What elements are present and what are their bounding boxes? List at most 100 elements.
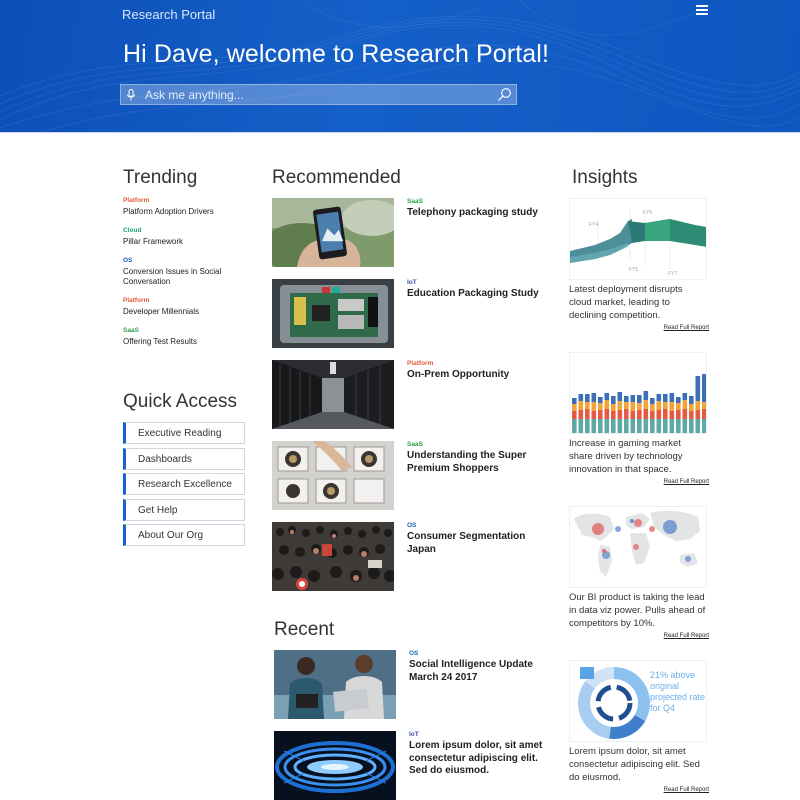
portal-name: Research Portal bbox=[122, 7, 216, 22]
trending-item[interactable]: Platform Developer Millennials bbox=[123, 297, 253, 317]
category-tag: OS bbox=[409, 650, 419, 657]
bubble-map-image bbox=[569, 506, 707, 588]
card-title[interactable]: Lorem ipsum dolor, sit amet consectetur … bbox=[409, 740, 549, 778]
recommended-card[interactable]: Platform On-Prem Opportunity bbox=[272, 360, 542, 430]
recommended-heading: Recommended bbox=[272, 167, 401, 188]
trending-item-title[interactable]: Platform Adoption Drivers bbox=[123, 207, 253, 217]
insight-caption: Lorem ipsum dolor, sit amet consectetur … bbox=[569, 746, 700, 783]
circuit-board-photo[interactable] bbox=[272, 279, 394, 348]
stacked-bar-segment bbox=[585, 394, 590, 402]
search-icon[interactable] bbox=[497, 87, 512, 102]
recent-heading: Recent bbox=[274, 619, 335, 640]
recommended-card[interactable]: OS Consumer Segmentation Japan bbox=[272, 522, 542, 592]
trending-item[interactable]: Cloud Pillar Framework bbox=[123, 227, 253, 247]
card-title[interactable]: Education Packaging Study bbox=[407, 288, 547, 301]
recommended-card[interactable]: SaaS Understanding the Super Premium Sho… bbox=[272, 441, 542, 511]
recent-card[interactable]: OS Social Intelligence Update March 24 2… bbox=[274, 650, 544, 720]
trending-item-title[interactable]: Pillar Framework bbox=[123, 237, 253, 247]
quick-access-dashboards[interactable]: Dashboards bbox=[123, 447, 245, 470]
card-title[interactable]: Consumer Segmentation Japan bbox=[407, 531, 547, 556]
trending-heading: Trending bbox=[123, 167, 198, 188]
stacked-bar-segment bbox=[637, 395, 642, 403]
trending-item-title[interactable]: Conversion Issues in Social Conversation bbox=[123, 267, 253, 287]
stacked-bar-segment bbox=[637, 419, 642, 433]
stacked-bar-segment bbox=[578, 410, 584, 419]
quick-access-research-excellence[interactable]: Research Excellence bbox=[123, 473, 245, 495]
stacked-bar-segment bbox=[572, 398, 577, 404]
crowd-photo[interactable] bbox=[272, 522, 394, 591]
hamburger-menu-icon[interactable] bbox=[696, 5, 708, 17]
stacked-bar-segment bbox=[669, 393, 675, 402]
stacked-bar-segment bbox=[585, 402, 590, 409]
stacked-bar-segment bbox=[650, 411, 655, 419]
read-full-report-link[interactable]: Read Full Report bbox=[569, 787, 709, 793]
category-tag: SaaS bbox=[407, 198, 423, 205]
stacked-bar-segment bbox=[617, 392, 623, 401]
stacked-bar-segment bbox=[676, 419, 681, 433]
category-tag: OS bbox=[407, 522, 417, 529]
card-title[interactable]: Telephony packaging study bbox=[407, 207, 547, 220]
stacked-bar-segment bbox=[604, 393, 610, 400]
stacked-bar-segment bbox=[598, 419, 603, 433]
stacked-bar-segment bbox=[585, 419, 590, 433]
stacked-bar-segment bbox=[630, 411, 636, 419]
card-title[interactable]: Understanding the Super Premium Shoppers bbox=[407, 450, 547, 475]
stacked-bar-segment bbox=[630, 402, 636, 411]
stacked-bar-segment bbox=[578, 394, 584, 401]
insight-card[interactable]: FY4 FY6 FY5 FY7 Latest deployment disrup… bbox=[569, 198, 709, 331]
stacked-bar-segment bbox=[598, 397, 603, 403]
microphone-icon[interactable] bbox=[126, 89, 136, 101]
category-tag: OS bbox=[123, 257, 133, 264]
stacked-bar-segment bbox=[650, 398, 655, 404]
insight-card[interactable]: Our BI product is taking the lead in dat… bbox=[569, 506, 709, 639]
stacked-bar-segment bbox=[689, 411, 694, 419]
quick-access-about-our-org[interactable]: About Our Org bbox=[123, 524, 245, 546]
blue-light-tunnel-photo[interactable] bbox=[274, 731, 396, 800]
trending-item[interactable]: OS Conversion Issues in Social Conversat… bbox=[123, 257, 253, 287]
recommended-card[interactable]: SaaS Telephony packaging study bbox=[272, 198, 542, 268]
insight-card[interactable]: 21% above original projected rate for Q4… bbox=[569, 660, 709, 793]
people-with-laptops-photo[interactable] bbox=[274, 650, 396, 719]
category-tag: IoT bbox=[409, 731, 419, 738]
read-full-report-link[interactable]: Read Full Report bbox=[569, 479, 709, 485]
insight-card[interactable]: Increase in gaming market share driven b… bbox=[569, 352, 709, 485]
card-meta: Platform On-Prem Opportunity bbox=[407, 360, 547, 382]
server-room-photo[interactable] bbox=[272, 360, 394, 429]
search-input[interactable] bbox=[145, 86, 490, 104]
quick-access-heading: Quick Access bbox=[123, 391, 238, 412]
chart-axis-label: FY4 bbox=[589, 222, 599, 228]
stacked-bar-segment bbox=[604, 409, 610, 419]
trending-item-title[interactable]: Offering Test Results bbox=[123, 337, 253, 347]
card-title[interactable]: On-Prem Opportunity bbox=[407, 369, 547, 382]
phone-in-hand-photo[interactable] bbox=[272, 198, 394, 267]
stacked-bar-segment bbox=[676, 403, 681, 410]
trending-item[interactable]: Platform Platform Adoption Drivers bbox=[123, 197, 253, 217]
stacked-bar-segment bbox=[643, 391, 649, 400]
stacked-bar-segment bbox=[656, 394, 662, 401]
card-title[interactable]: Social Intelligence Update March 24 2017 bbox=[409, 659, 549, 684]
read-full-report-link[interactable]: Read Full Report bbox=[569, 325, 709, 331]
stacked-bar-segment bbox=[637, 403, 642, 410]
recent-card[interactable]: IoT Lorem ipsum dolor, sit amet consecte… bbox=[274, 731, 544, 800]
insight-caption: Our BI product is taking the lead in dat… bbox=[569, 592, 706, 629]
stacked-bar-segment bbox=[689, 404, 694, 411]
quick-access-get-help[interactable]: Get Help bbox=[123, 498, 245, 521]
trending-item[interactable]: SaaS Offering Test Results bbox=[123, 327, 253, 347]
category-tag: Platform bbox=[407, 360, 434, 367]
stacked-bar-segment bbox=[702, 409, 706, 419]
read-full-report-link[interactable]: Read Full Report bbox=[569, 633, 709, 639]
quick-access-executive-reading[interactable]: Executive Reading bbox=[123, 422, 245, 444]
watches-display-photo[interactable] bbox=[272, 441, 394, 510]
hero-banner: Research Portal Hi Dave, welcome to Rese… bbox=[0, 0, 800, 133]
stacked-bar-segment bbox=[624, 419, 629, 433]
recommended-card[interactable]: IoT Education Packaging Study bbox=[272, 279, 542, 349]
stacked-bar-segment bbox=[591, 393, 597, 402]
category-tag: IoT bbox=[407, 279, 417, 286]
search-bar bbox=[120, 84, 517, 105]
stacked-bar-segment bbox=[663, 419, 668, 433]
stacked-bar-segment bbox=[611, 411, 616, 419]
stacked-bar-segment bbox=[611, 404, 616, 411]
category-tag: Platform bbox=[123, 297, 150, 304]
trending-item-title[interactable]: Developer Millennials bbox=[123, 307, 253, 317]
stacked-bar-segment bbox=[624, 396, 629, 402]
